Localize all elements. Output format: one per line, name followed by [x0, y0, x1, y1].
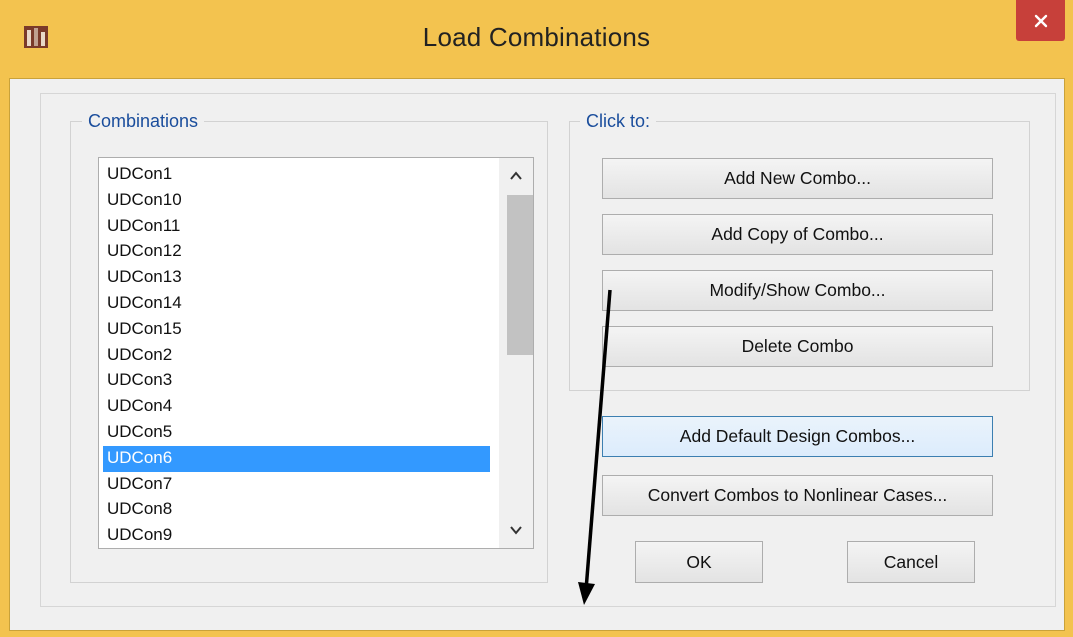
scroll-thumb[interactable] [507, 195, 533, 355]
list-item[interactable]: UDCon13 [103, 265, 490, 291]
modify-show-combo-button[interactable]: Modify/Show Combo... [602, 270, 993, 311]
delete-combo-button[interactable]: Delete Combo [602, 326, 993, 367]
list-item[interactable]: UDCon12 [103, 239, 490, 265]
convert-combos-button[interactable]: Convert Combos to Nonlinear Cases... [602, 475, 993, 516]
add-new-combo-button[interactable]: Add New Combo... [602, 158, 993, 199]
list-item[interactable]: UDCon5 [103, 420, 490, 446]
combinations-list[interactable]: UDCon1 UDCon10 UDCon11 UDCon12 UDCon13 UDCon1… [98, 157, 534, 549]
add-default-design-combos-button[interactable]: Add Default Design Combos... [602, 416, 993, 457]
window-title: Load Combinations [422, 22, 651, 52]
list-item[interactable]: UDCon11 [103, 214, 490, 240]
list-item[interactable]: UDCon1 [103, 162, 490, 188]
add-copy-combo-button[interactable]: Add Copy of Combo... [602, 214, 993, 255]
list-item[interactable]: UDCon15 [103, 317, 490, 343]
list-item[interactable]: UDCon10 [103, 188, 490, 214]
list-scrollbar[interactable] [499, 158, 533, 548]
list-item[interactable]: UDCon3 [103, 368, 490, 394]
list-item[interactable]: UDCon4 [103, 394, 490, 420]
scroll-down-icon[interactable] [509, 523, 523, 537]
list-item[interactable]: UDCon8 [103, 497, 490, 523]
combinations-label: Combinations [82, 111, 205, 132]
list-item[interactable]: UDCon6 [103, 445, 490, 472]
title-bar: Load Combinations [0, 0, 1073, 78]
cancel-button[interactable]: Cancel [847, 541, 975, 583]
list-item[interactable]: UDCon2 [103, 343, 490, 369]
close-icon [1034, 14, 1047, 27]
list-item[interactable]: UDCon7 [103, 472, 490, 498]
list-item[interactable]: UDCon14 [103, 291, 490, 317]
ok-button[interactable]: OK [635, 541, 763, 583]
click-to-label: Click to: [580, 111, 657, 132]
list-item[interactable]: UDCon9 [103, 523, 490, 548]
scroll-up-icon[interactable] [509, 169, 523, 183]
dialog-client-area: Combinations UDCon1 UDCon10 UDCon11 UDCon12… [9, 78, 1065, 631]
close-button[interactable] [1016, 0, 1065, 41]
